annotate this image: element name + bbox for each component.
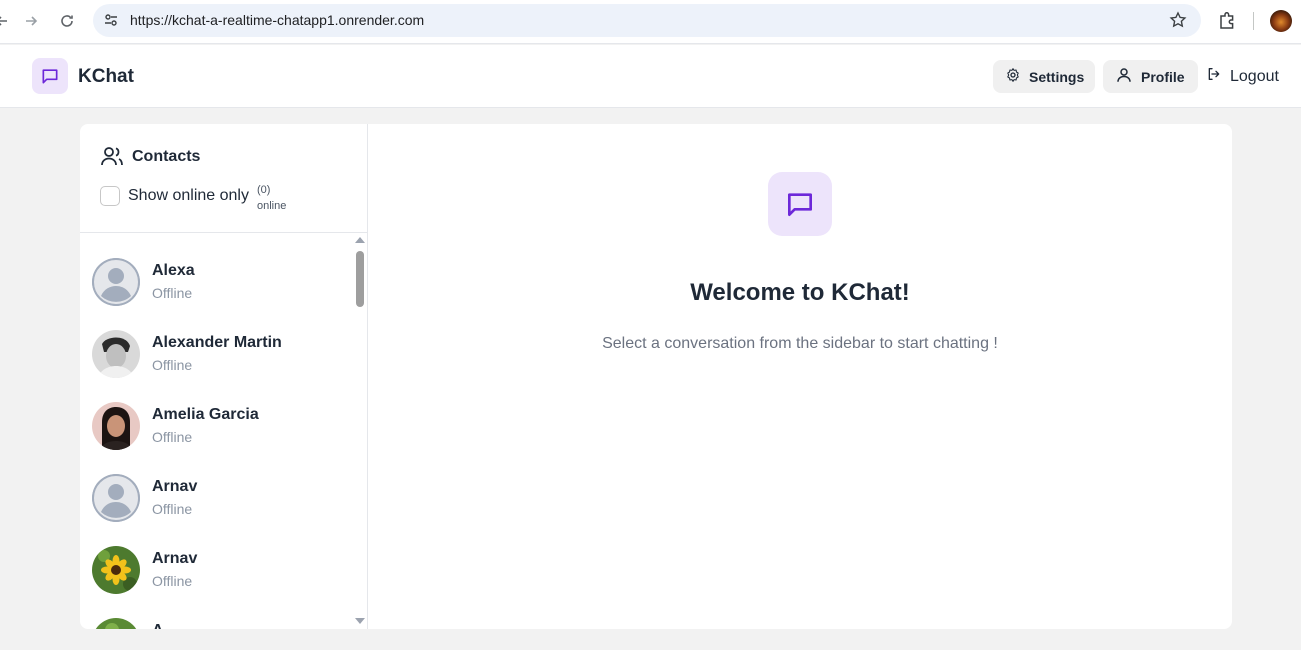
- contact-name: Arnav: [152, 478, 198, 495]
- default-avatar-icon: [92, 258, 140, 306]
- user-icon: [1115, 66, 1133, 87]
- online-count-word: online: [257, 200, 287, 212]
- back-icon[interactable]: [0, 9, 14, 33]
- contact-name: Alexa: [152, 262, 195, 279]
- logout-icon: [1206, 66, 1222, 87]
- contact-name: A: [152, 622, 164, 629]
- logout-button[interactable]: Logout: [1206, 60, 1279, 93]
- contact-item[interactable]: Arnav Offline: [92, 474, 352, 522]
- show-online-label[interactable]: Show online only: [128, 187, 249, 205]
- welcome-chat-icon: [768, 172, 832, 236]
- contact-status: Offline: [152, 573, 193, 589]
- settings-button[interactable]: Settings: [993, 60, 1095, 93]
- default-avatar-icon: [92, 474, 140, 522]
- settings-label: Settings: [1029, 68, 1085, 85]
- contact-name: Arnav: [152, 550, 198, 567]
- site-info-icon[interactable]: [102, 11, 120, 29]
- extensions-icon[interactable]: [1216, 10, 1238, 32]
- sidebar-header: Contacts Show online only (0) online: [80, 124, 368, 233]
- users-icon: [100, 144, 124, 168]
- contact-item[interactable]: Alexander Martin Offline: [92, 330, 352, 378]
- contact-status: Offline: [152, 501, 193, 517]
- profile-label: Profile: [1141, 68, 1185, 85]
- contact-photo-avatar: [92, 618, 140, 629]
- scroll-down-arrow[interactable]: [355, 618, 365, 624]
- app-header: KChat Settings Profile Logout: [0, 45, 1301, 108]
- chat-container: Contacts Show online only (0) online Ale…: [80, 124, 1232, 629]
- contact-status: Offline: [152, 285, 193, 301]
- show-online-checkbox[interactable]: [100, 186, 120, 206]
- scroll-up-arrow[interactable]: [355, 237, 365, 243]
- reload-icon[interactable]: [55, 9, 79, 33]
- browser-toolbar: https://kchat-a-realtime-chatapp1.onrend…: [0, 0, 1301, 44]
- welcome-subtitle: Select a conversation from the sidebar t…: [602, 335, 998, 352]
- sunflower-photo-avatar: [92, 546, 140, 594]
- contact-item[interactable]: Alexa Offline: [92, 258, 352, 306]
- url-text[interactable]: https://kchat-a-realtime-chatapp1.onrend…: [130, 12, 424, 28]
- contact-status: Offline: [152, 429, 193, 445]
- contact-photo-avatar: [92, 330, 140, 378]
- online-count: (0) online: [257, 182, 286, 214]
- online-count-number: (0): [257, 184, 271, 196]
- browser-profile-avatar[interactable]: [1270, 10, 1292, 32]
- contacts-sidebar: Contacts Show online only (0) online Ale…: [80, 124, 368, 629]
- contact-item[interactable]: Arnav Offline: [92, 546, 352, 594]
- contacts-title: Contacts: [132, 148, 201, 165]
- forward-icon[interactable]: [19, 9, 43, 33]
- toolbar-divider: [1253, 12, 1254, 30]
- contact-item[interactable]: A: [92, 618, 352, 629]
- address-bar[interactable]: https://kchat-a-realtime-chatapp1.onrend…: [93, 4, 1201, 37]
- contact-name: Alexander Martin: [152, 334, 282, 351]
- brand-name[interactable]: KChat: [78, 66, 134, 88]
- contact-list: Alexa Offline Alexander Martin Offline A…: [80, 234, 368, 629]
- logo-chat-icon[interactable]: [32, 58, 68, 94]
- profile-button[interactable]: Profile: [1103, 60, 1198, 93]
- contact-name: Amelia Garcia: [152, 406, 259, 423]
- contact-photo-avatar: [92, 402, 140, 450]
- contact-status: Offline: [152, 357, 193, 373]
- gear-icon: [1005, 67, 1021, 86]
- welcome-title: Welcome to KChat!: [690, 279, 910, 306]
- contact-item[interactable]: Amelia Garcia Offline: [92, 402, 352, 450]
- scrollbar-thumb[interactable]: [356, 251, 364, 307]
- bookmark-star-icon[interactable]: [1169, 11, 1187, 29]
- logout-label: Logout: [1230, 67, 1279, 85]
